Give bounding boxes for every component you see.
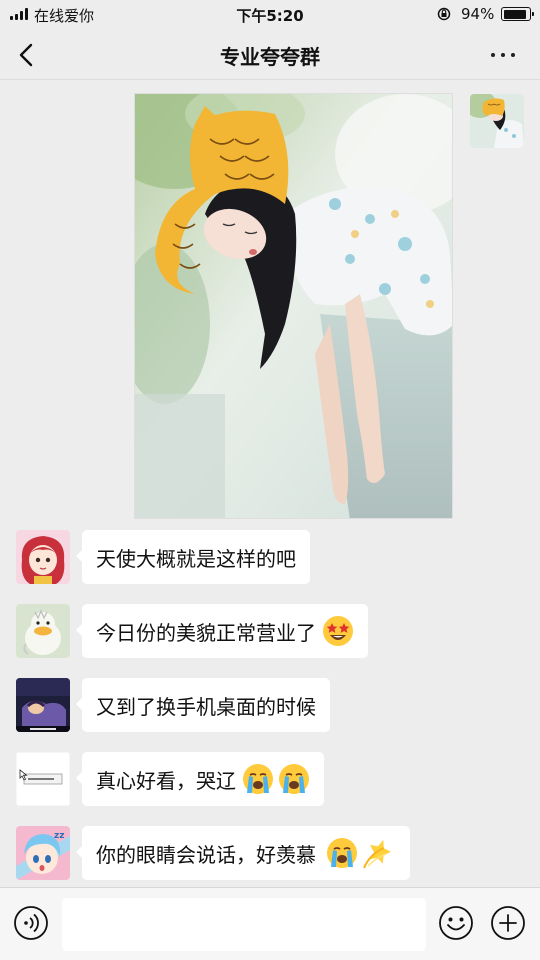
orientation-lock-icon (437, 7, 451, 21)
member-avatar[interactable] (16, 604, 70, 658)
dizzy-icon (363, 839, 392, 869)
message-text: 天使大概就是这样的吧 (96, 546, 296, 571)
star-struck-icon (323, 616, 353, 646)
message-text: 又到了换手机桌面的时候 (96, 694, 316, 719)
message-row: 又到了换手机桌面的时候 (0, 678, 540, 732)
status-bar: 在线爱你 下午5:20 94% (0, 0, 540, 30)
emoji-icon (439, 906, 473, 940)
plus-icon (491, 906, 525, 940)
emoji-button[interactable] (438, 905, 474, 941)
nav-bar: 专业夸夸群 (0, 30, 540, 80)
message-row: zz 你的眼睛会说话，好羡慕 (0, 826, 540, 880)
message-bubble[interactable]: 又到了换手机桌面的时候 (76, 678, 330, 732)
message-bubble[interactable]: 你的眼睛会说话，好羡慕 (76, 826, 410, 880)
sent-photo[interactable] (134, 93, 453, 519)
voice-icon (14, 906, 48, 940)
message-text: 真心好看，哭辽 (96, 768, 236, 793)
message-bubble[interactable]: 天使大概就是这样的吧 (76, 530, 310, 584)
battery-percent: 94% (461, 5, 495, 23)
message-bubble[interactable]: 真心好看，哭辽 (76, 752, 324, 806)
more-button[interactable] (486, 42, 520, 68)
message-row: 今日份的美貌正常营业了 (0, 604, 540, 658)
member-avatar[interactable] (16, 530, 70, 584)
plus-button[interactable] (490, 905, 526, 941)
member-avatar[interactable]: zz (16, 826, 70, 880)
status-time: 下午5:20 (236, 7, 304, 25)
loudly-crying-icon (279, 764, 309, 794)
chat-title: 专业夸夸群 (220, 45, 320, 69)
message-text: 你的眼睛会说话，好羡慕 (96, 842, 316, 867)
message-input[interactable] (62, 898, 426, 951)
loudly-crying-icon (327, 838, 357, 868)
battery-icon (501, 7, 534, 21)
member-avatar[interactable] (16, 752, 70, 806)
voice-button[interactable] (13, 905, 49, 941)
svg-text:zz: zz (54, 831, 64, 841)
member-avatar[interactable] (16, 678, 70, 732)
message-bubble[interactable]: 今日份的美貌正常营业了 (76, 604, 368, 658)
message-row: 天使大概就是这样的吧 (0, 530, 540, 584)
loudly-crying-icon (243, 764, 273, 794)
message-text: 今日份的美貌正常营业了 (96, 620, 316, 645)
input-bar (0, 887, 540, 960)
message-row: 真心好看，哭辽 (0, 752, 540, 806)
my-avatar[interactable] (470, 94, 524, 148)
